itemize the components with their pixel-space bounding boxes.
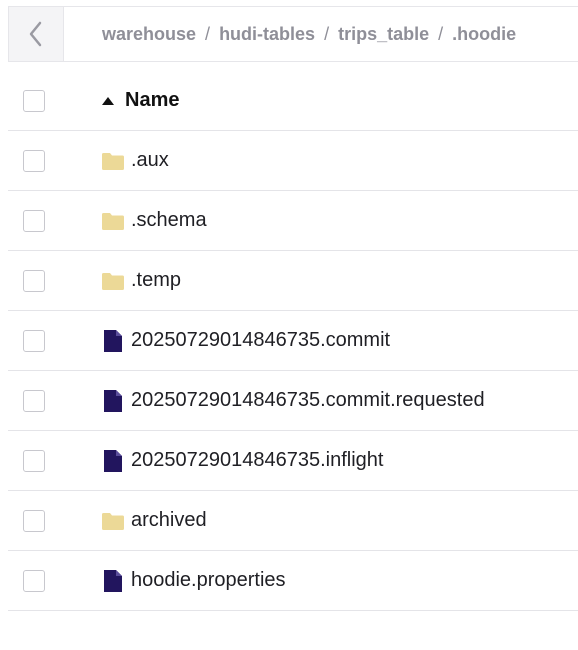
item-name[interactable]: .schema [131, 209, 207, 232]
name-column-header[interactable]: Name [101, 89, 179, 112]
folder-icon [101, 269, 125, 293]
table-row[interactable]: 20250729014846735.commit [8, 311, 578, 371]
item-name[interactable]: hoodie.properties [131, 569, 286, 592]
name-cell: 20250729014846735.commit.requested [101, 389, 485, 413]
row-checkbox[interactable] [23, 569, 45, 592]
name-cell: .aux [101, 149, 169, 173]
sort-ascending-icon [101, 96, 115, 106]
select-all-checkbox[interactable] [23, 89, 45, 112]
item-name[interactable]: 20250729014846735.commit [131, 329, 390, 352]
item-name[interactable]: .temp [131, 269, 181, 292]
name-cell: .schema [101, 209, 207, 233]
breadcrumb-separator: / [324, 23, 330, 44]
breadcrumb-item-hudi-tables[interactable]: hudi-tables [219, 24, 315, 45]
name-cell: 20250729014846735.commit [101, 329, 390, 353]
name-cell: 20250729014846735.inflight [101, 449, 383, 473]
row-checkbox[interactable] [23, 149, 45, 172]
folder-icon [101, 149, 125, 173]
name-column-label: Name [125, 89, 180, 111]
table-row[interactable]: archived [8, 491, 578, 551]
breadcrumb-item-warehouse[interactable]: warehouse [102, 24, 196, 45]
row-checkbox[interactable] [23, 509, 45, 532]
file-icon [101, 569, 125, 593]
item-name[interactable]: 20250729014846735.inflight [131, 449, 383, 472]
row-checkbox[interactable] [23, 209, 45, 232]
chevron-left-icon [29, 21, 42, 47]
row-checkbox[interactable] [23, 269, 45, 292]
table-row[interactable]: 20250729014846735.commit.requested [8, 371, 578, 431]
table-row[interactable]: .temp [8, 251, 578, 311]
row-checkbox[interactable] [23, 389, 45, 412]
table-row[interactable]: 20250729014846735.inflight [8, 431, 578, 491]
breadcrumb-separator: / [205, 23, 211, 44]
name-cell: hoodie.properties [101, 569, 286, 593]
table-row[interactable]: hoodie.properties [8, 551, 578, 611]
folder-icon [101, 209, 125, 233]
breadcrumb: warehouse / hudi-tables / trips_table / … [64, 24, 516, 45]
name-cell: .temp [101, 269, 181, 293]
item-name[interactable]: 20250729014846735.commit.requested [131, 389, 485, 412]
item-name[interactable]: .aux [131, 149, 169, 172]
breadcrumb-separator: / [438, 23, 444, 44]
breadcrumb-item-hoodie[interactable]: .hoodie [452, 24, 516, 45]
row-checkbox[interactable] [23, 329, 45, 352]
file-icon [101, 329, 125, 353]
breadcrumb-item-trips-table[interactable]: trips_table [338, 24, 429, 45]
item-name[interactable]: archived [131, 509, 207, 532]
file-icon [101, 449, 125, 473]
file-table: Name .aux .schema .temp 2025072901484673… [8, 71, 578, 611]
top-bar: warehouse / hudi-tables / trips_table / … [8, 6, 578, 62]
table-header-row: Name [8, 71, 578, 131]
name-cell: archived [101, 509, 207, 533]
row-checkbox[interactable] [23, 449, 45, 472]
folder-icon [101, 509, 125, 533]
back-button[interactable] [9, 7, 64, 61]
table-body: .aux .schema .temp 20250729014846735.com… [8, 131, 578, 611]
file-icon [101, 389, 125, 413]
table-row[interactable]: .aux [8, 131, 578, 191]
table-row[interactable]: .schema [8, 191, 578, 251]
